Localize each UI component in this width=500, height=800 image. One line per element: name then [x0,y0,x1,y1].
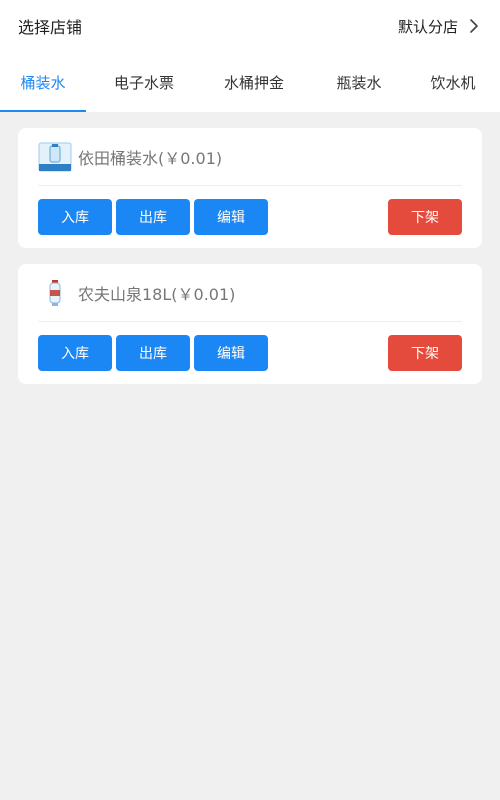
category-tabs: 桶装水 电子水票 水桶押金 瓶装水 饮水机 [0,52,500,112]
tab-label: 桶装水 [20,73,66,92]
stock-out-button[interactable]: 出库 [116,335,190,371]
stock-out-button[interactable]: 出库 [116,199,190,235]
delist-button[interactable]: 下架 [388,335,462,371]
stock-in-button[interactable]: 入库 [38,335,112,371]
delist-button[interactable]: 下架 [388,199,462,235]
product-name: 依田桶装水(￥0.01) [78,148,223,168]
current-store-label: 默认分店 [397,17,458,36]
tab-bucket-deposit[interactable]: 水桶押金 [202,52,306,112]
product-card: 农夫山泉18L(￥0.01) 入库 出库 编辑 下架 [18,264,482,384]
product-actions: 入库 出库 编辑 下架 [38,322,462,384]
product-name: 农夫山泉18L(￥0.01) [78,284,236,304]
tab-label: 电子水票 [113,73,174,92]
tab-e-water-ticket[interactable]: 电子水票 [86,52,202,112]
top-bar: 选择店铺 默认分店 [0,0,500,52]
water-bottle-icon [38,276,72,310]
edit-button[interactable]: 编辑 [194,199,268,235]
store-selector[interactable]: 默认分店 [398,16,482,37]
tab-label: 瓶装水 [336,73,382,92]
select-store-title[interactable]: 选择店铺 [18,14,82,38]
product-info: 农夫山泉18L(￥0.01) [38,264,462,322]
product-info: 依田桶装水(￥0.01) [38,128,462,186]
tab-water-dispenser[interactable]: 饮水机 [412,52,494,112]
stock-in-button[interactable]: 入库 [38,199,112,235]
chevron-right-icon [466,17,482,35]
edit-button[interactable]: 编辑 [194,335,268,371]
product-list: 依田桶装水(￥0.01) 入库 出库 编辑 下架 农夫山泉18L(￥0.01) … [0,112,500,800]
product-card: 依田桶装水(￥0.01) 入库 出库 编辑 下架 [18,128,482,248]
tab-label: 饮水机 [430,73,476,92]
tab-bottled-water[interactable]: 瓶装水 [306,52,412,112]
tab-label: 水桶押金 [223,73,284,92]
water-bucket-icon [38,140,72,174]
product-actions: 入库 出库 编辑 下架 [38,186,462,248]
tab-bucket-water[interactable]: 桶装水 [0,52,86,112]
